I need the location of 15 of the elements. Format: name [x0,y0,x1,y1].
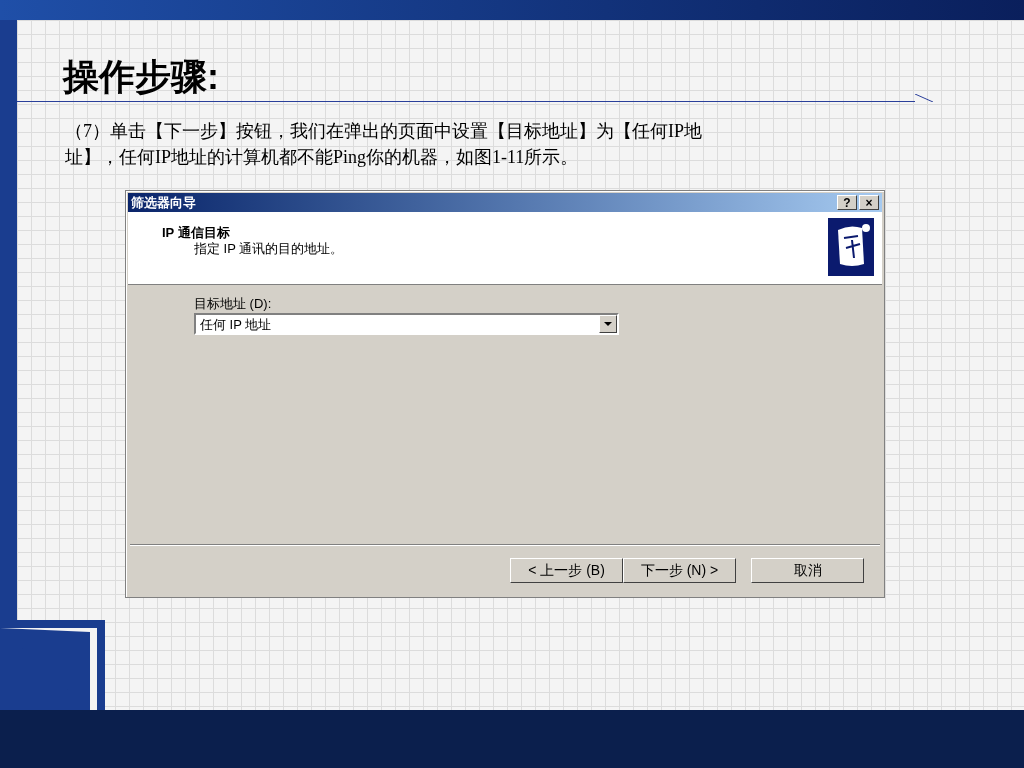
slide-title: 操作步骤: [63,56,219,97]
close-button[interactable]: × [859,195,879,210]
help-button[interactable]: ? [837,195,857,210]
header-subtitle: 指定 IP 通讯的目的地址。 [193,241,344,257]
line-end-icon [915,94,933,102]
address-dropdown[interactable]: 任何 IP 地址 [194,313,619,335]
back-button[interactable]: < 上一步 (B) [510,557,623,583]
instruction-text: （7）单击【下一步】按钮，我们在弹出的页面中设置【目标地址】为【任何IP地 [65,120,703,143]
scroll-icon [828,218,874,276]
field-label: 目标地址 (D): [194,295,273,313]
window-title: 筛选器向导 [131,196,196,209]
header-title: IP 通信目标 [162,225,231,241]
next-button[interactable]: 下一步 (N) > [623,557,736,583]
instruction-text: 址】，任何IP地址的计算机都不能Ping你的机器，如图1-11所示。 [65,146,580,169]
cancel-button[interactable]: 取消 [751,557,864,583]
